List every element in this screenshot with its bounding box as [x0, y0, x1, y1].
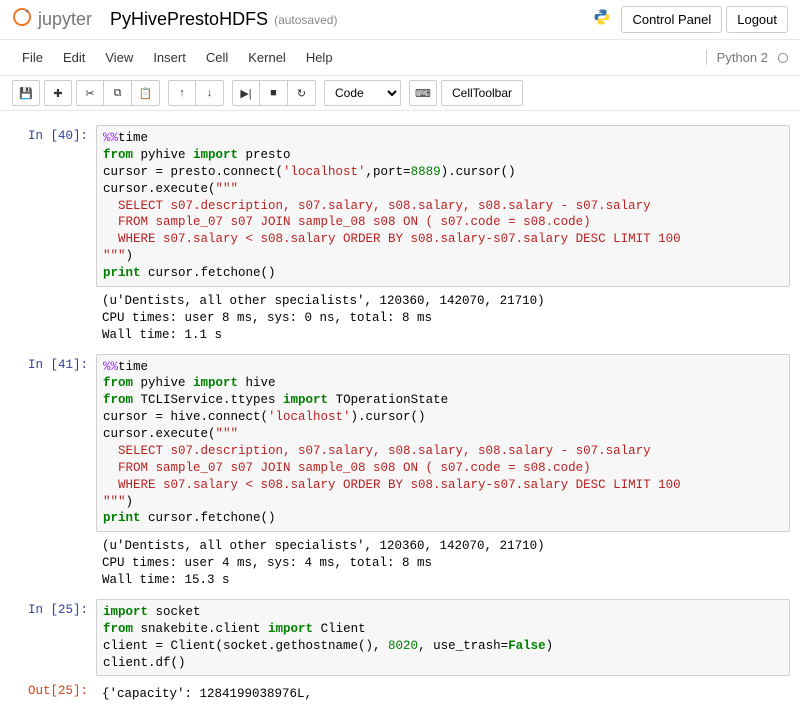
move-down-button[interactable]: ↓ [196, 80, 224, 106]
autosave-status: (autosaved) [274, 13, 337, 27]
code-input[interactable]: %%time from pyhive import hive from TCLI… [96, 354, 790, 533]
menu-file[interactable]: File [12, 44, 53, 71]
restart-icon: ↻ [297, 87, 306, 100]
keyboard-icon: ⌨ [415, 87, 431, 100]
arrow-down-icon: ↓ [207, 87, 213, 99]
copy-icon: ⧉ [114, 87, 122, 100]
menu-edit[interactable]: Edit [53, 44, 95, 71]
menu-view[interactable]: View [95, 44, 143, 71]
in-prompt: In [41]: [10, 354, 96, 595]
celltoolbar-button[interactable]: CellToolbar [441, 80, 523, 106]
celltype-select[interactable]: Code [324, 80, 401, 106]
notebook-header: jupyter PyHivePrestoHDFS (autosaved) Con… [0, 0, 800, 40]
toolbar: 💾 ✚ ✂ ⧉ 📋 ↑ ↓ ▶| ■ ↻ Code ⌨ CellToolbar [0, 76, 800, 111]
menubar: File Edit View Insert Cell Kernel Help P… [0, 40, 800, 76]
paste-button[interactable]: 📋 [132, 80, 160, 106]
code-input[interactable]: import socket from snakebite.client impo… [96, 599, 790, 677]
in-prompt: In [40]: [10, 125, 96, 350]
out-prompt: Out[25]: [10, 680, 96, 704]
run-icon: ▶| [240, 87, 251, 100]
python-icon [593, 8, 611, 31]
code-cell[interactable]: In [25]: import socket from snakebite.cl… [10, 599, 790, 677]
move-up-button[interactable]: ↑ [168, 80, 196, 106]
save-button[interactable]: 💾 [12, 80, 40, 106]
stop-icon: ■ [270, 87, 277, 99]
code-cell[interactable]: In [41]: %%time from pyhive import hive … [10, 354, 790, 595]
code-input[interactable]: %%time from pyhive import presto cursor … [96, 125, 790, 287]
add-cell-button[interactable]: ✚ [44, 80, 72, 106]
menu-help[interactable]: Help [296, 44, 343, 71]
arrow-up-icon: ↑ [179, 87, 185, 99]
paste-icon: 📋 [139, 87, 153, 100]
cell-output: {'capacity': 1284199038976L, 'corrupt_bl… [96, 680, 790, 704]
menu-kernel[interactable]: Kernel [238, 44, 296, 71]
jupyter-logo[interactable]: jupyter [12, 7, 92, 32]
code-cell[interactable]: In [40]: %%time from pyhive import prest… [10, 125, 790, 350]
interrupt-button[interactable]: ■ [260, 80, 288, 106]
cell-output: (u'Dentists, all other specialists', 120… [96, 287, 790, 350]
restart-button[interactable]: ↻ [288, 80, 316, 106]
kernel-indicator-icon [778, 53, 788, 63]
save-icon: 💾 [19, 87, 33, 100]
jupyter-label: jupyter [38, 9, 92, 30]
cut-icon: ✂ [85, 87, 94, 100]
menu-cell[interactable]: Cell [196, 44, 238, 71]
output-cell: Out[25]: {'capacity': 1284199038976L, 'c… [10, 680, 790, 704]
menu-insert[interactable]: Insert [143, 44, 196, 71]
jupyter-icon [12, 7, 32, 32]
logout-button[interactable]: Logout [726, 6, 788, 33]
in-prompt: In [25]: [10, 599, 96, 677]
kernel-name: Python 2 [706, 50, 774, 65]
cell-output: (u'Dentists, all other specialists', 120… [96, 532, 790, 595]
plus-icon: ✚ [53, 87, 62, 100]
notebook-name[interactable]: PyHivePrestoHDFS [110, 9, 268, 30]
run-button[interactable]: ▶| [232, 80, 260, 106]
copy-button[interactable]: ⧉ [104, 80, 132, 106]
cut-button[interactable]: ✂ [76, 80, 104, 106]
control-panel-button[interactable]: Control Panel [621, 6, 722, 33]
notebook-area[interactable]: In [40]: %%time from pyhive import prest… [0, 111, 800, 704]
command-palette-button[interactable]: ⌨ [409, 80, 437, 106]
